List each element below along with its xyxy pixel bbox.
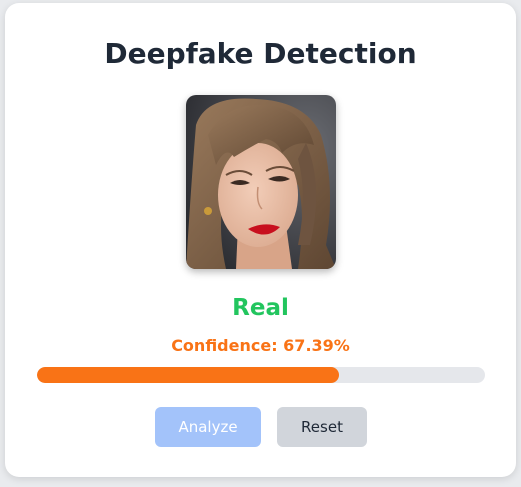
confidence-bar [37,367,485,383]
page-title: Deepfake Detection [104,37,417,70]
reset-button[interactable]: Reset [277,407,367,447]
portrait-image [186,95,336,269]
uploaded-image [186,95,336,269]
confidence-bar-fill [37,367,339,383]
detection-card: Deepfake Detection Real Confidence: 67.3… [5,3,516,477]
prediction-label: Real [232,295,289,321]
analyze-button[interactable]: Analyze [155,407,261,447]
confidence-text: Confidence: 67.39% [171,336,350,355]
